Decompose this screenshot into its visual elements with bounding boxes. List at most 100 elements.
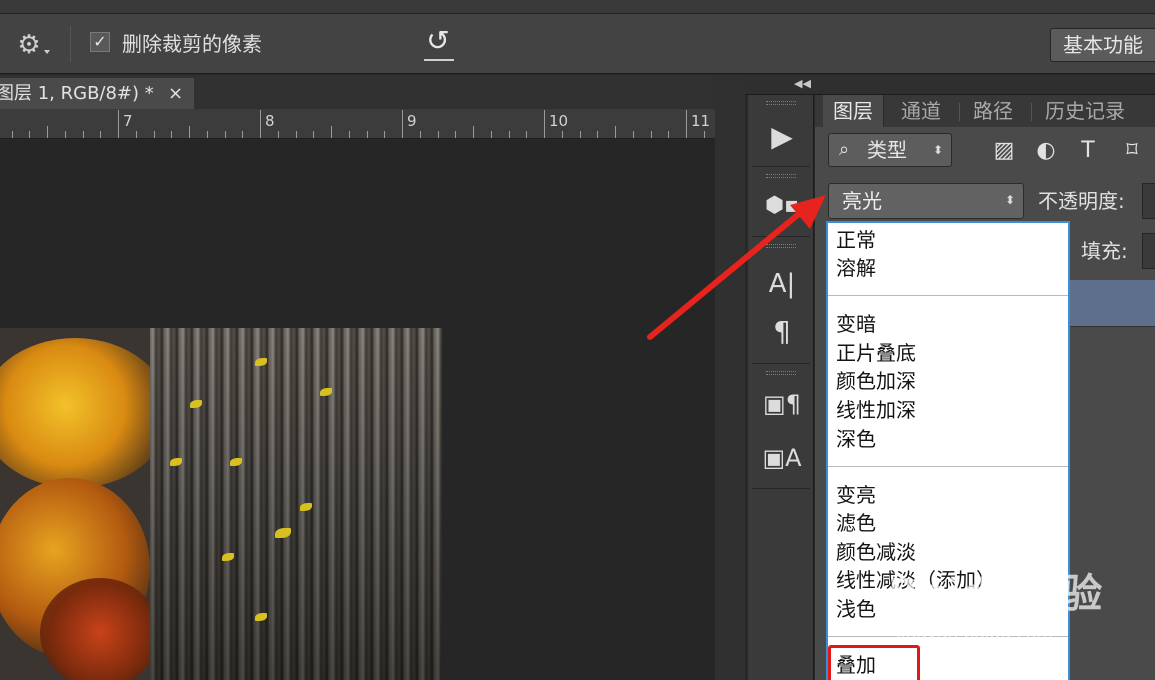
tab-layers[interactable]: 图层 <box>823 95 884 127</box>
document-tab-bar: 图层 1, RGB/8#) * × <box>0 75 745 109</box>
reset-underline <box>424 59 454 61</box>
panel-tab-row: 图层 通道 路径 历史记录 <box>815 95 1155 127</box>
document-tab[interactable]: 图层 1, RGB/8#) * × <box>0 78 194 109</box>
ruler-tick <box>242 131 244 138</box>
blend-mode-select[interactable]: 亮光 ⬍ <box>828 183 1024 219</box>
ruler-tick <box>277 131 279 138</box>
ruler-tick <box>260 110 261 138</box>
layer-filter-select[interactable]: ⌕ 类型 ⬍ <box>828 133 952 167</box>
menu-item-linear-burn[interactable]: 线性加深 <box>836 396 916 425</box>
panel-dock-gap <box>715 75 745 680</box>
ruler-tick <box>668 131 670 138</box>
foliage-yellow <box>0 338 170 488</box>
tab-paths[interactable]: 路径 <box>973 95 1013 127</box>
tool-divider <box>752 488 810 489</box>
tab-history[interactable]: 历史记录 <box>1045 95 1125 127</box>
fill-input[interactable] <box>1142 233 1155 269</box>
ruler-tick <box>189 126 190 138</box>
ruler-tick <box>135 131 137 138</box>
foliage-red <box>40 578 160 680</box>
chevron-down-icon[interactable] <box>44 50 50 54</box>
gear-icon[interactable]: ⚙ <box>14 30 44 60</box>
ruler-tick <box>313 131 315 138</box>
ruler-tick <box>455 131 457 138</box>
ruler-tick <box>47 126 48 138</box>
double-chevron-left-icon[interactable]: ◀◀ <box>794 78 811 90</box>
arrow-head <box>790 195 826 229</box>
menu-item-dissolve[interactable]: 溶解 <box>836 254 876 283</box>
layer-row-divider <box>1068 326 1155 327</box>
updown-chevron-icon: ⬍ <box>1004 193 1015 207</box>
tab-channels[interactable]: 通道 <box>901 95 941 127</box>
ruler-tick <box>224 131 226 138</box>
ruler-label: 11 <box>691 112 711 130</box>
tab-divider <box>959 103 960 121</box>
updown-chevron-icon: ⬍ <box>932 143 943 157</box>
undo-icon[interactable]: ↺ <box>422 26 454 60</box>
top-strip <box>0 0 1155 14</box>
ruler-tick <box>490 131 492 138</box>
ruler-tick <box>508 131 510 138</box>
delete-cropped-checkbox[interactable]: ✓ <box>90 32 110 52</box>
menu-item-color-burn[interactable]: 颜色加深 <box>836 367 916 396</box>
ruler-tick <box>331 126 332 138</box>
search-icon: ⌕ <box>839 139 850 160</box>
shape-filter-icon[interactable]: ⌑ <box>1118 137 1146 165</box>
ruler-tick <box>402 110 403 138</box>
ruler-tick <box>29 131 31 138</box>
opacity-label: 不透明度: <box>1038 189 1125 213</box>
selected-layer-row[interactable] <box>1068 280 1155 326</box>
menu-item-multiply[interactable]: 正片叠底 <box>836 339 916 368</box>
type-filter-icon[interactable]: T <box>1074 137 1102 165</box>
adjustment-filter-icon[interactable]: ◐ <box>1032 137 1060 165</box>
close-icon[interactable]: × <box>168 78 183 109</box>
play-icon[interactable]: ▶ <box>762 119 802 155</box>
blend-mode-value: 亮光 <box>842 189 882 213</box>
watermark-main: Baidu经验 <box>888 571 1104 617</box>
arrow-shaft <box>647 210 803 340</box>
ruler-tick <box>615 126 616 138</box>
character-styles-icon[interactable]: ▣A <box>762 440 802 476</box>
ruler-tick <box>597 131 599 138</box>
ruler-tick <box>100 131 102 138</box>
menu-divider <box>828 295 1068 296</box>
red-arrow-annotation <box>647 195 826 340</box>
ruler-tick <box>384 131 386 138</box>
ruler-tick <box>526 131 528 138</box>
grip-handle[interactable] <box>766 174 796 178</box>
ruler-tick <box>295 131 297 138</box>
options-bar: ⚙ ✓ 删除裁剪的像素 ↺ 基本功能 <box>0 14 1155 74</box>
menu-item-lighter-color[interactable]: 浅色 <box>836 595 876 624</box>
menu-item-screen[interactable]: 滤色 <box>836 509 876 538</box>
canvas-area[interactable] <box>0 140 715 680</box>
grip-handle[interactable] <box>766 371 796 375</box>
document-tab-title: 图层 1, RGB/8#) * <box>0 83 154 104</box>
grip-handle[interactable] <box>766 101 796 105</box>
menu-item-color-dodge[interactable]: 颜色减淡 <box>836 538 916 567</box>
menu-item-darker-color[interactable]: 深色 <box>836 425 876 454</box>
ruler-tick <box>703 131 705 138</box>
ruler-tick <box>118 110 119 138</box>
ruler-tick <box>650 131 652 138</box>
tab-divider <box>1031 103 1032 121</box>
photo-image <box>0 328 442 680</box>
paragraph-styles-icon[interactable]: ▣¶ <box>762 386 802 422</box>
menu-item-normal[interactable]: 正常 <box>836 226 876 255</box>
opacity-input[interactable] <box>1142 183 1155 219</box>
ruler-tick <box>561 131 563 138</box>
image-filter-icon[interactable]: ▨ <box>990 137 1018 165</box>
ruler-label: 10 <box>549 112 569 130</box>
menu-item-lighten[interactable]: 变亮 <box>836 481 876 510</box>
fill-label: 填充: <box>1081 239 1128 263</box>
workspace-button[interactable]: 基本功能 <box>1050 28 1155 62</box>
ruler-tick <box>544 110 545 138</box>
baidu-watermark: Baidu经验 jingyan.baidu.com <box>880 570 1110 650</box>
options-divider <box>70 26 71 62</box>
horizontal-ruler[interactable]: 7 8 9 10 11 <box>0 109 715 139</box>
ruler-tick <box>579 131 581 138</box>
ruler-tick <box>366 131 368 138</box>
photoshop-window: ⚙ ✓ 删除裁剪的像素 ↺ 基本功能 图层 1, RGB/8#) * × 7 8 9… <box>0 0 1155 680</box>
ruler-tick <box>153 131 155 138</box>
menu-item-darken[interactable]: 变暗 <box>836 310 876 339</box>
ruler-tick <box>64 131 66 138</box>
